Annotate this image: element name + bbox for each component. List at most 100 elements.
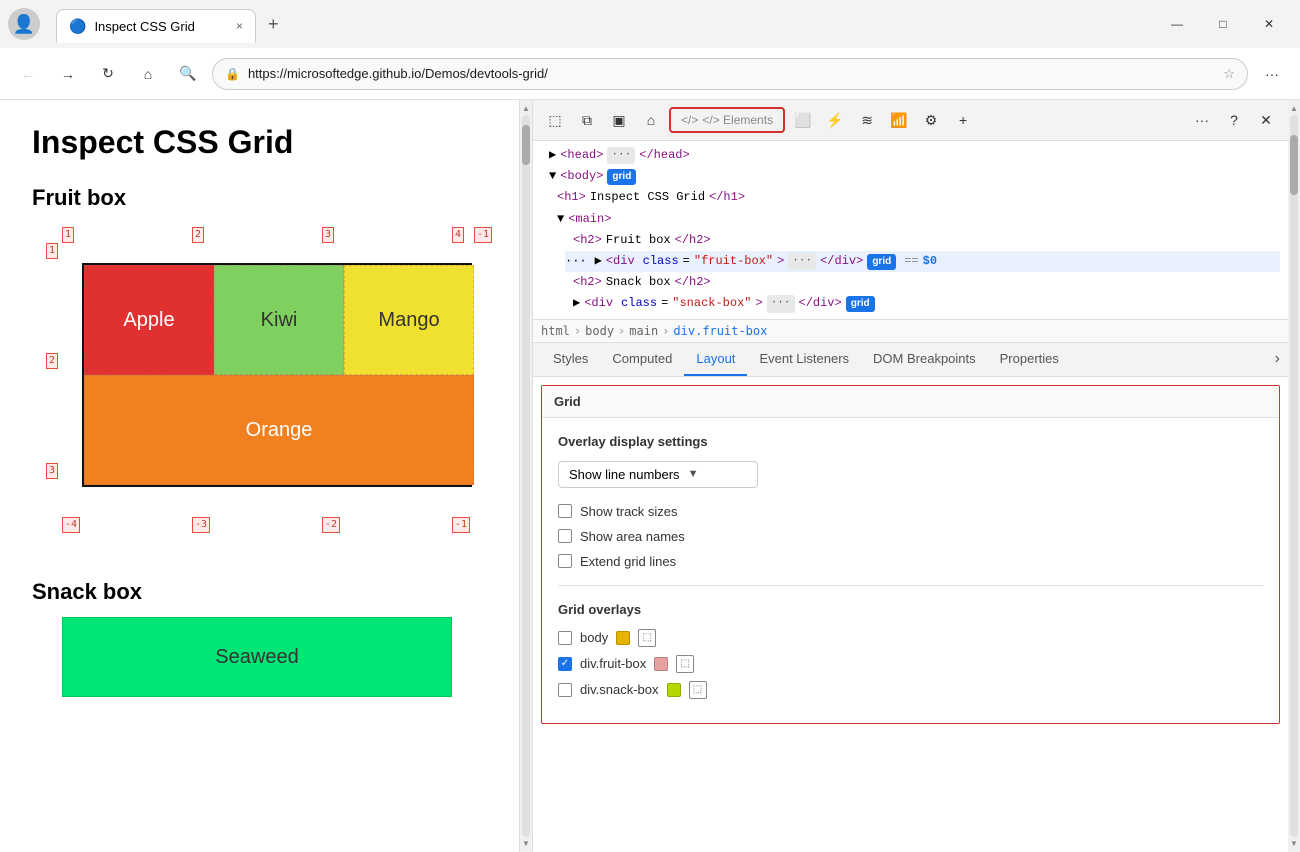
breadcrumb-div-fruit[interactable]: div.fruit-box [673, 324, 767, 338]
layout-section-body: Overlay display settings Show line numbe… [542, 418, 1279, 723]
show-area-names-label: Show area names [580, 529, 685, 544]
fruit-grid-wrapper: 1 2 3 4 1 2 3 -1 -4 -3 -2 -1 Apple [62, 243, 472, 517]
extra-tool[interactable]: ⚙ [917, 106, 945, 134]
fruit-box-color-swatch[interactable] [654, 657, 668, 671]
fruit-box-node-icon[interactable]: ⬚ [676, 655, 694, 673]
row-num-1: 1 [46, 243, 58, 259]
show-track-sizes-checkbox[interactable] [558, 504, 572, 518]
dom-main-line[interactable]: ▼ <main> [557, 209, 1280, 230]
snack-box-node-icon[interactable]: ⬚ [689, 681, 707, 699]
dom-h1-line[interactable]: <h1> Inspect CSS Grid </h1> [557, 187, 1280, 208]
snack-box-overlay-checkbox[interactable] [558, 683, 572, 697]
snack-section-title: Snack box [32, 579, 487, 605]
new-tab-button[interactable]: + [256, 6, 291, 43]
line-numbers-dropdown[interactable]: Show line numbers ▼ [558, 461, 758, 488]
window-controls: — □ ✕ [1154, 8, 1292, 40]
more-tools-button[interactable]: ··· [1188, 106, 1216, 134]
more-button[interactable]: ··· [1256, 58, 1288, 90]
home-tool[interactable]: ⌂ [637, 106, 665, 134]
extend-grid-lines-checkbox[interactable] [558, 554, 572, 568]
dom-h2-snack-line[interactable]: <h2> Snack box </h2> [573, 272, 1280, 293]
right-scroll-thumb [1290, 135, 1298, 195]
fruit-section-title: Fruit box [32, 185, 487, 211]
body-node-icon[interactable]: ⬚ [638, 629, 656, 647]
tab-layout[interactable]: Layout [684, 343, 747, 376]
inspect-tool[interactable]: ⬚ [541, 106, 569, 134]
show-area-names-checkbox[interactable] [558, 529, 572, 543]
back-button[interactable]: ← [12, 58, 44, 90]
tab-bar: 🔵 Inspect CSS Grid × + [48, 6, 1146, 43]
tab-event-listeners[interactable]: Event Listeners [747, 343, 861, 376]
dropdown-label: Show line numbers [569, 467, 680, 482]
tab-computed[interactable]: Computed [600, 343, 684, 376]
tab-styles[interactable]: Styles [541, 343, 600, 376]
close-button[interactable]: ✕ [1246, 8, 1292, 40]
right-scroll-track [1290, 115, 1298, 837]
scroll-thumb [522, 125, 530, 165]
url-bar[interactable]: 🔒 https://microsoftedge.github.io/Demos/… [212, 58, 1248, 90]
fruit-box-overlay-checkbox[interactable]: ✓ [558, 657, 572, 671]
right-edge-scroll[interactable]: ▲ ▼ [1288, 100, 1300, 852]
row-num-2: 2 [46, 353, 58, 369]
overlay-settings-title: Overlay display settings [558, 434, 1263, 449]
col-num-2: 2 [192, 227, 204, 243]
grid-section-header[interactable]: Grid [542, 386, 1279, 418]
snack-box: Seaweed [62, 617, 452, 697]
search-button[interactable]: 🔍 [172, 58, 204, 90]
network-tool[interactable]: ⚡ [821, 106, 849, 134]
breadcrumb-body[interactable]: body [585, 324, 614, 338]
favorite-icon[interactable]: ☆ [1223, 66, 1235, 82]
dom-tree: ▶ <head> ··· </head> ▼ <body> grid <h1> [533, 141, 1288, 320]
edge-icon: 🔵 [69, 18, 86, 35]
close-devtools-button[interactable]: ✕ [1252, 106, 1280, 134]
row-num-neg1: -1 [474, 227, 492, 243]
dom-snack-box-line[interactable]: ▶ <div class = "snack-box" > ··· </div> … [573, 293, 1280, 314]
tab-dom-breakpoints[interactable]: DOM Breakpoints [861, 343, 988, 376]
edge-scroll[interactable]: ▲ ▼ [520, 100, 532, 852]
row-num-3: 3 [46, 463, 58, 479]
elements-icon: </> [681, 113, 698, 127]
profile-icon[interactable]: 👤 [8, 8, 40, 40]
browser-window: 👤 🔵 Inspect CSS Grid × + — □ ✕ ← → ↻ ⌂ 🔍… [0, 0, 1300, 852]
snack-box-color-swatch[interactable] [667, 683, 681, 697]
snack-box-overlay-label: div.snack-box [580, 682, 659, 697]
refresh-button[interactable]: ↻ [92, 58, 124, 90]
minimize-button[interactable]: — [1154, 8, 1200, 40]
wifi-tool[interactable]: 📶 [885, 106, 913, 134]
col-num-3: 3 [322, 227, 334, 243]
body-overlay-checkbox[interactable] [558, 631, 572, 645]
add-tool[interactable]: + [949, 106, 977, 134]
dom-body-line[interactable]: ▼ <body> grid [541, 166, 1280, 187]
scroll-up-btn[interactable]: ▲ [520, 102, 532, 115]
performance-tool[interactable]: ≋ [853, 106, 881, 134]
device-tool[interactable]: ⧉ [573, 106, 601, 134]
orange-cell: Orange [84, 375, 474, 485]
dom-fruit-box-line[interactable]: ··· ▶ <div class = "fruit-box" > ··· </d… [565, 251, 1280, 272]
breadcrumb-html[interactable]: html [541, 324, 570, 338]
breadcrumb-bar: html › body › main › div.fruit-box [533, 320, 1288, 343]
fruit-box-overlay-label: div.fruit-box [580, 656, 646, 671]
dom-head-line[interactable]: ▶ <head> ··· </head> [541, 145, 1280, 166]
home-button[interactable]: ⌂ [132, 58, 164, 90]
right-scroll-up-btn[interactable]: ▲ [1288, 102, 1300, 115]
elements-button[interactable]: </> </> Elements [669, 107, 785, 133]
scroll-down-btn[interactable]: ▼ [520, 837, 532, 850]
forward-button[interactable]: → [52, 58, 84, 90]
console-tool[interactable]: ⬜ [789, 106, 817, 134]
maximize-button[interactable]: □ [1200, 8, 1246, 40]
scroll-track [522, 115, 530, 837]
split-tool[interactable]: ▣ [605, 106, 633, 134]
dom-h2-fruit-line[interactable]: <h2> Fruit box </h2> [573, 230, 1280, 251]
body-color-swatch[interactable] [616, 631, 630, 645]
help-button[interactable]: ? [1220, 106, 1248, 134]
tab-properties[interactable]: Properties [988, 343, 1071, 376]
right-scroll-down-btn[interactable]: ▼ [1288, 837, 1300, 850]
breadcrumb-main[interactable]: main [629, 324, 658, 338]
address-actions: ··· [1256, 58, 1288, 90]
active-tab[interactable]: 🔵 Inspect CSS Grid × [56, 9, 256, 43]
page-title: Inspect CSS Grid [32, 124, 487, 161]
webpage-content: Inspect CSS Grid Fruit box 1 2 3 4 1 2 3… [0, 100, 520, 852]
panel-tabs-more[interactable]: › [1275, 350, 1280, 368]
grid-overlays-title: Grid overlays [558, 602, 1263, 617]
tab-close-button[interactable]: × [236, 19, 243, 33]
